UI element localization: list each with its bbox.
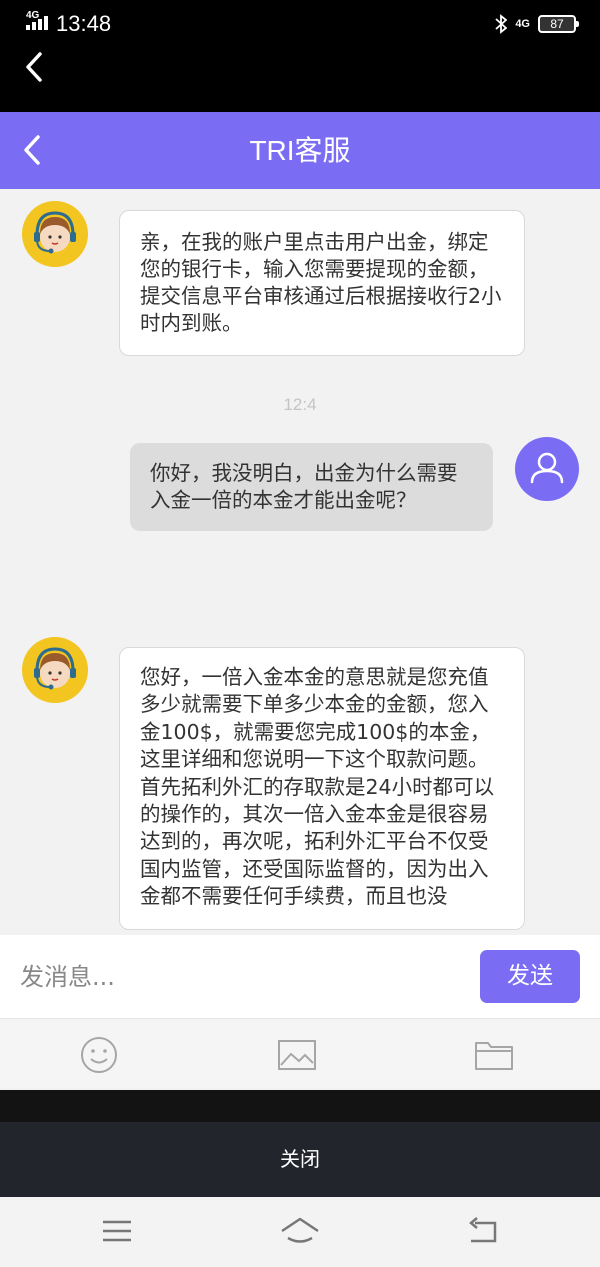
- message-composer: 发送: [0, 935, 600, 1018]
- chat-messages[interactable]: 亲，在我的账户里点击用户出金，绑定您的银行卡，输入您需要提现的金额，提交信息平台…: [0, 189, 600, 935]
- battery-level: 87: [550, 17, 564, 31]
- menu-icon[interactable]: [99, 1215, 135, 1247]
- customer-service-icon: [34, 211, 76, 254]
- system-back-icon[interactable]: [20, 50, 50, 84]
- close-button[interactable]: 关闭: [0, 1122, 600, 1197]
- message-text: 你好，我没明白，出金为什么需要入金一倍的本金才能出金呢？: [150, 461, 458, 512]
- status-right: 4G 87: [495, 12, 579, 36]
- network-type-right: 4G: [515, 18, 530, 30]
- message-text: 亲，在我的账户里点击用户出金，绑定您的银行卡，输入您需要提现的金额，提交信息平台…: [140, 230, 502, 335]
- emoji-icon[interactable]: [79, 1035, 119, 1075]
- battery-icon: 87: [538, 15, 579, 33]
- agent-message: 亲，在我的账户里点击用户出金，绑定您的银行卡，输入您需要提现的金额，提交信息平台…: [119, 210, 525, 356]
- message-text: 您好，一倍入金本金的意思就是您充值多少就需要下单多少本金的金额，您入金100$，…: [140, 665, 495, 909]
- image-icon[interactable]: [277, 1035, 317, 1075]
- status-bar: 4G 13:48 4G 87: [0, 0, 600, 112]
- cellular-signal-icon: 4G: [26, 8, 52, 34]
- message-timestamp: 12:4: [283, 395, 317, 414]
- close-bar: 关闭: [0, 1090, 600, 1197]
- agent-message: 您好，一倍入金本金的意思就是您充值多少就需要下单多少本金的金额，您入金100$，…: [119, 647, 525, 930]
- user-message: 你好，我没明白，出金为什么需要入金一倍的本金才能出金呢？: [130, 443, 493, 531]
- bluetooth-icon: [495, 14, 508, 34]
- user-icon: [530, 452, 564, 484]
- agent-avatar: [22, 637, 88, 703]
- customer-service-icon: [34, 647, 76, 690]
- user-avatar: [515, 437, 579, 501]
- system-nav-bar: [0, 1197, 600, 1267]
- divider: [0, 1090, 600, 1122]
- send-button[interactable]: 发送: [480, 950, 580, 1003]
- page-title: TRI客服: [249, 135, 351, 166]
- message-input[interactable]: [0, 935, 470, 1018]
- status-time: 13:48: [56, 11, 112, 36]
- back-nav-icon[interactable]: [465, 1215, 501, 1247]
- chat-header: TRI客服: [0, 112, 600, 189]
- folder-icon[interactable]: [474, 1035, 514, 1075]
- agent-avatar: [22, 201, 88, 267]
- attachment-toolbar: [0, 1018, 600, 1088]
- home-icon[interactable]: [280, 1215, 320, 1247]
